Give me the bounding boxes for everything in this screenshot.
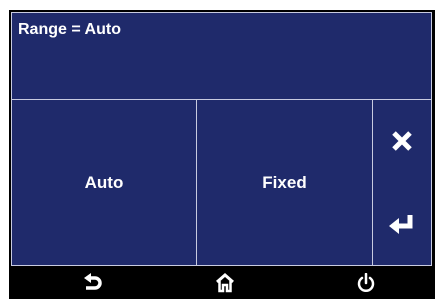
power-icon — [356, 272, 376, 293]
auto-range-label: Auto — [84, 172, 124, 192]
bottom-nav-bar — [9, 266, 435, 299]
enter-return-icon — [388, 213, 416, 235]
close-icon — [391, 130, 413, 152]
home-button[interactable] — [195, 266, 255, 299]
range-setting-text: Range = Auto — [18, 21, 121, 38]
power-button[interactable] — [336, 266, 396, 299]
back-arrow-icon — [83, 272, 103, 293]
cancel-button[interactable] — [373, 100, 431, 182]
back-button[interactable] — [63, 266, 123, 299]
fixed-range-label: Fixed — [262, 172, 307, 192]
auto-range-button[interactable]: Auto — [11, 99, 197, 266]
home-icon — [215, 272, 235, 293]
side-button-panel — [372, 99, 432, 266]
instrument-screen: Range = Auto Auto Fixed — [9, 10, 435, 299]
parameter-display: Range = Auto — [11, 12, 432, 104]
enter-button[interactable] — [373, 183, 431, 265]
fixed-range-button[interactable]: Fixed — [196, 99, 373, 266]
